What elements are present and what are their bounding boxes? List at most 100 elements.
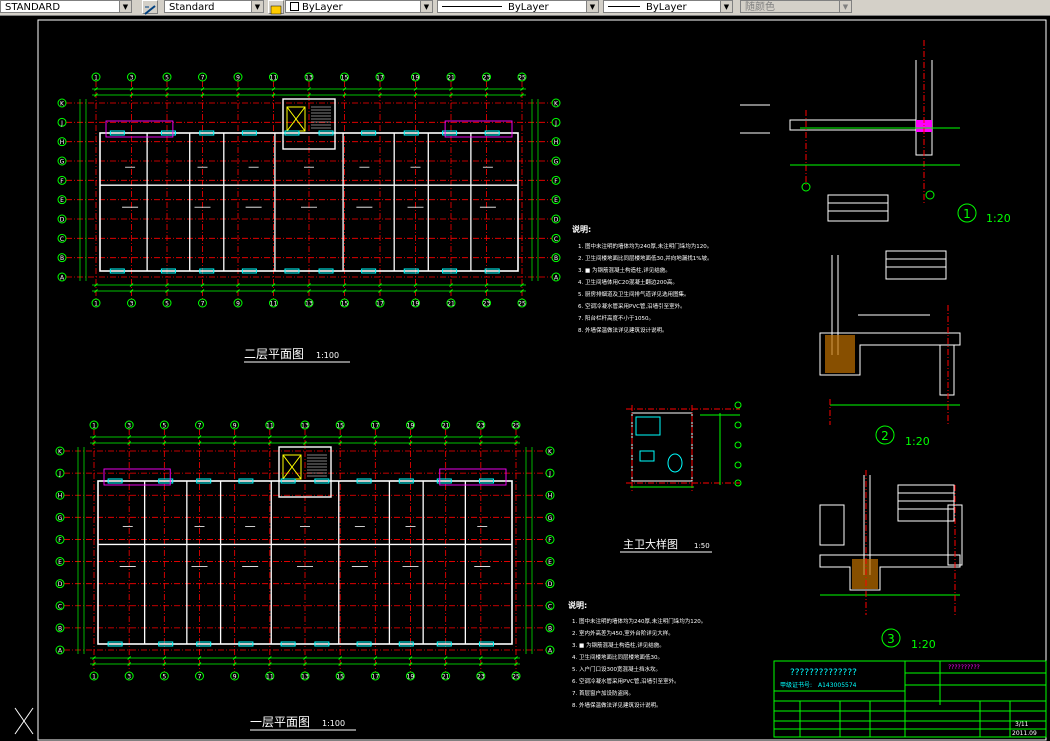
toilet [667, 453, 683, 473]
axis-label: H [58, 493, 63, 500]
axis-label: 1 [94, 301, 98, 308]
axis-label: 13 [301, 423, 309, 430]
notes-upper: 说明: 1. 图中未注明的墙体均为240厚,未注明门垛均为120。 2. 卫生间楼… [572, 224, 712, 334]
axis-label: D [58, 581, 63, 588]
dim-style-icon[interactable] [142, 0, 158, 15]
axis-label: 21 [447, 301, 455, 308]
axis-label: 3 [127, 674, 131, 681]
lower-grid-lines [64, 429, 546, 672]
layer-properties-icon[interactable] [268, 0, 284, 15]
detail-1-number: 1 [963, 207, 971, 221]
note-line: 7. 首层窗户加设防盗网。 [572, 689, 634, 697]
dim-style-value: Standard [169, 2, 215, 13]
axis-label: 9 [233, 674, 237, 681]
cert-number: A143005574 [818, 682, 857, 689]
axis-label: 11 [266, 423, 274, 430]
chevron-down-icon[interactable]: ▼ [119, 1, 131, 12]
color-value: ByLayer [302, 2, 343, 13]
note-line: 4. 卫生间楼地面比同层楼地面低30。 [572, 653, 663, 661]
bath-detail: 主卫大样图 1:50 [620, 401, 742, 553]
upper-grid-lines [66, 81, 552, 299]
axis-label: 7 [198, 674, 202, 681]
axis-label: H [554, 139, 559, 146]
drawing-canvas[interactable]: 1133557799111113131515171719192121232325… [0, 15, 1050, 741]
chevron-down-icon[interactable]: ▼ [720, 1, 732, 12]
chevron-down-icon[interactable]: ▼ [251, 1, 263, 12]
axis-label: F [58, 537, 62, 544]
axis-label: D [60, 217, 65, 224]
axis-label: 3 [130, 75, 134, 82]
axis-label: 23 [483, 301, 491, 308]
note-line: 6. 空调冷凝水管采用PVC管,沿墙引至室外。 [572, 677, 680, 685]
axis-label: 11 [270, 75, 278, 82]
chevron-down-icon: ▼ [839, 1, 851, 12]
axis-label: 17 [376, 75, 384, 82]
axis-label: C [60, 236, 64, 243]
text-style-dropdown[interactable]: STANDARD ▼ [0, 0, 132, 13]
axis-label: 7 [201, 75, 205, 82]
axis-label: 21 [442, 674, 450, 681]
note-line: 8. 外墙保温做法详见建筑设计说明。 [572, 701, 662, 709]
lower-plan-scale: 1:100 [322, 719, 345, 728]
note-line: 1. 图中未注明的墙体均为240厚,未注明门垛均为120。 [572, 617, 706, 625]
section-hatch [852, 559, 878, 589]
note-line: 5. 厨房排烟道及卫生间排气道详见选用图集。 [578, 290, 690, 298]
bath-scale: 1:50 [694, 542, 710, 550]
axis-label: 13 [305, 75, 313, 82]
properties-toolbar: STANDARD ▼ Standard ▼ ByLayer ▼ ByLayer … [0, 0, 1050, 16]
axis-label: C [554, 236, 558, 243]
bath-title: 主卫大样图 [623, 537, 678, 551]
upper-plan-title: 二层平面图 [244, 347, 304, 361]
axis-label: 1 [92, 423, 96, 430]
note-line: 5. 入户门口设300宽混凝土挡水坎。 [572, 665, 661, 673]
detail-2: 2 1:20 [819, 250, 961, 448]
notes-upper-title: 说明: [572, 224, 591, 234]
axis-label: 5 [162, 423, 166, 430]
note-line: 2. 卫生间楼地面比同层楼地面低30,并向地漏找1%坡。 [578, 254, 712, 262]
chevron-down-icon[interactable]: ▼ [420, 1, 432, 12]
axis-label: 3 [127, 423, 131, 430]
axis-label: 23 [477, 674, 485, 681]
axis-label: G [60, 159, 65, 166]
axis-label: 25 [518, 301, 526, 308]
axis-label: C [58, 603, 62, 610]
note-line: 3. ■ 为钢筋混凝土构造柱,详见结施。 [578, 266, 671, 274]
axis-label: E [60, 197, 64, 204]
detail-2-scale: 1:20 [905, 435, 930, 448]
note-line: 2. 室内外高差为450,室外台阶详见大样。 [572, 629, 674, 637]
axis-label: H [548, 493, 553, 500]
axis-label: F [60, 178, 64, 185]
axis-label: 17 [376, 301, 384, 308]
axis-label: F [548, 537, 552, 544]
axis-label: 19 [412, 75, 420, 82]
lower-plan-title: 一层平面图 [250, 715, 310, 729]
axis-label: 19 [412, 301, 420, 308]
axis-label: J [548, 471, 551, 478]
detail-1-scale: 1:20 [986, 212, 1011, 225]
bathtub [635, 416, 661, 436]
notes-lower: 说明: 1. 图中未注明的墙体均为240厚,未注明门垛均为120。 2. 室内外高… [568, 600, 706, 709]
axis-label: 25 [512, 674, 520, 681]
axis-label: 15 [341, 301, 349, 308]
sheet-number: 3/11 [1015, 721, 1029, 728]
lineweight-dropdown[interactable]: ByLayer ▼ [603, 0, 733, 13]
chevron-down-icon[interactable]: ▼ [586, 1, 598, 12]
dim-style-dropdown[interactable]: Standard ▼ [164, 0, 264, 13]
section-hatch [825, 335, 855, 373]
cert-label: 甲级证书号: [780, 681, 812, 689]
axis-label: 9 [236, 75, 240, 82]
axis-label: 19 [407, 674, 415, 681]
note-line: 7. 阳台栏杆高度不小于1050。 [578, 314, 654, 322]
axis-label: 1 [94, 75, 98, 82]
axis-label: 7 [201, 301, 205, 308]
detail-3: 3 1:20 [819, 470, 963, 651]
linetype-dropdown[interactable]: ByLayer ▼ [437, 0, 599, 13]
axis-label: H [60, 139, 65, 146]
axis-label: 15 [336, 674, 344, 681]
text-style-value: STANDARD [5, 2, 61, 13]
axis-label: 9 [233, 423, 237, 430]
lineweight-sample-icon [608, 6, 640, 7]
color-dropdown[interactable]: ByLayer ▼ [285, 0, 433, 13]
axis-label: E [554, 197, 558, 204]
note-line: 4. 卫生间墙体用C20混凝土翻边200高。 [578, 278, 678, 286]
